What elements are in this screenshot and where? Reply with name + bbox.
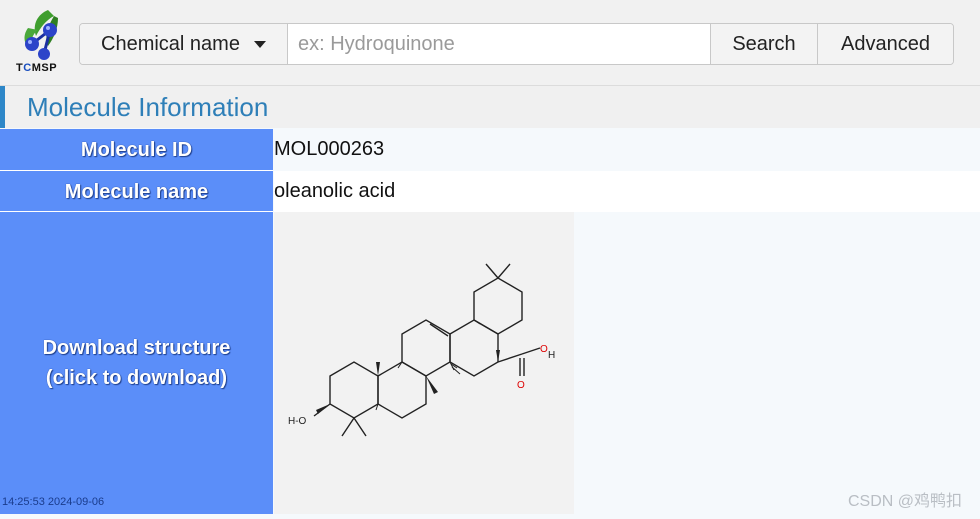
advanced-button[interactable]: Advanced bbox=[817, 24, 953, 64]
section-title: Molecule Information bbox=[27, 92, 269, 122]
logo-text: TCMSP bbox=[16, 62, 58, 74]
download-label-line2: (click to download) bbox=[45, 367, 228, 389]
search-group: Chemical name Search Advanced bbox=[79, 23, 954, 65]
molecule-name-label: Molecule name bbox=[0, 171, 273, 212]
watermark: CSDN @鸡鸭扣 bbox=[848, 493, 963, 510]
search-button[interactable]: Search bbox=[710, 24, 817, 64]
atom-label-carbonyl-o: O bbox=[517, 380, 525, 391]
section-accent-bar bbox=[0, 86, 5, 128]
atom-label-o: O bbox=[540, 344, 548, 355]
structure-svg: H-O O H O bbox=[288, 263, 555, 437]
search-type-dropdown[interactable]: Chemical name bbox=[80, 24, 288, 64]
atom-label-h: H bbox=[548, 350, 555, 361]
download-structure-label[interactable]: Download structure (click to download) bbox=[0, 212, 273, 514]
section-header: Molecule Information bbox=[0, 86, 980, 128]
tcmsp-logo-icon[interactable]: TCMSP bbox=[14, 6, 76, 78]
molecule-structure-image[interactable]: H-O O H O bbox=[274, 212, 574, 514]
download-label-line1: Download structure bbox=[42, 337, 231, 359]
caret-down-icon bbox=[253, 40, 266, 48]
top-bar: TCMSP Chemical name Search Advanced bbox=[0, 0, 980, 86]
molecule-id-value: MOL000263 bbox=[274, 129, 980, 170]
molecule-name-value: oleanolic acid bbox=[274, 171, 980, 212]
atom-label-ho: H-O bbox=[288, 416, 307, 427]
search-input[interactable] bbox=[288, 24, 710, 64]
molecule-id-row: Molecule ID MOL000263 bbox=[0, 129, 980, 170]
timestamp: 14:25:53 2024-09-06 bbox=[2, 496, 105, 508]
molecule-name-row: Molecule name oleanolic acid bbox=[0, 171, 980, 212]
molecule-id-label: Molecule ID bbox=[0, 129, 273, 170]
search-type-label: Chemical name bbox=[101, 32, 240, 55]
